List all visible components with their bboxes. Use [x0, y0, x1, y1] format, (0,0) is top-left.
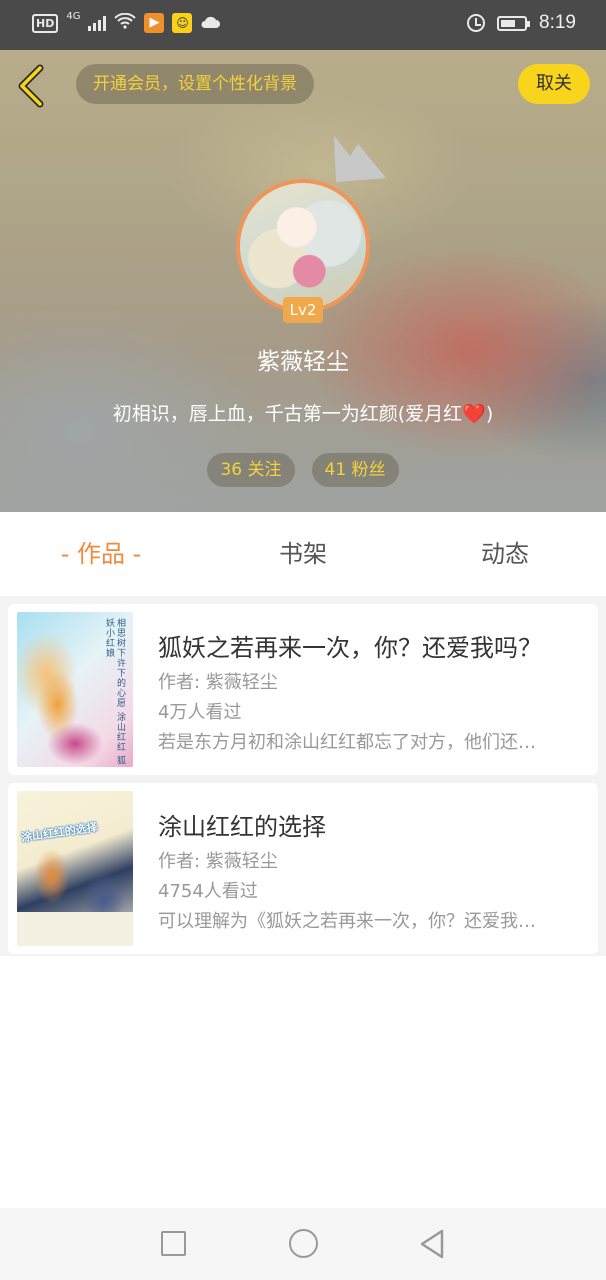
- unfollow-button[interactable]: 取关: [518, 64, 590, 104]
- vip-background-prompt[interactable]: 开通会员，设置个性化背景: [76, 64, 314, 104]
- recent-apps-icon[interactable]: [161, 1231, 186, 1256]
- book-cover: 相思树下许下的心愿 涂山红红 狐妖小红娘: [17, 612, 133, 767]
- book-cover: 涂山红红的选择: [17, 791, 133, 946]
- signature-text: 初相识，唇上血，千古第一为红颜(爱月红: [112, 403, 463, 425]
- following-count-button[interactable]: 36 关注: [207, 453, 295, 487]
- app-notification-icon: ☺: [172, 13, 193, 33]
- stats-row: 36 关注 41 粉丝: [0, 453, 606, 487]
- work-description: 可以理解为《狐妖之若再来一次，你？还爱我…: [158, 911, 536, 932]
- list-item[interactable]: 涂山红红的选择 涂山红红的选择 作者: 紫薇轻尘 4754人看过 可以理解为《狐…: [8, 783, 598, 954]
- cover-text: 相思树下许下的心愿 涂山红红 狐妖小红娘: [104, 618, 125, 766]
- cover-text: 涂山红红的选择: [20, 820, 99, 845]
- username: 紫薇轻尘: [257, 349, 349, 375]
- hd-indicator: HD: [32, 13, 59, 33]
- work-title: 狐妖之若再来一次，你？还爱我吗？: [158, 634, 542, 662]
- level-badge: Lv2: [283, 297, 323, 323]
- works-list: 相思树下许下的心愿 涂山红红 狐妖小红娘 狐妖之若再来一次，你？还爱我吗？ 作者…: [0, 596, 606, 956]
- avatar[interactable]: [236, 179, 370, 313]
- tab-works[interactable]: - 作品 -: [0, 512, 202, 596]
- work-views: 4754人看过: [158, 881, 258, 902]
- home-icon[interactable]: [289, 1229, 318, 1258]
- work-description: 若是东方月初和涂山红红都忘了对方，他们还…: [158, 732, 536, 753]
- profile-tabs: - 作品 - 书架 动态: [0, 512, 606, 596]
- list-item[interactable]: 相思树下许下的心愿 涂山红红 狐妖小红娘 狐妖之若再来一次，你？还爱我吗？ 作者…: [8, 604, 598, 775]
- wifi-icon: [114, 12, 137, 33]
- user-signature: 初相识，唇上血，千古第一为红颜(爱月红❤️): [0, 399, 606, 426]
- back-icon[interactable]: [418, 1228, 446, 1260]
- back-button[interactable]: [14, 64, 50, 108]
- tab-activity[interactable]: 动态: [404, 512, 606, 596]
- work-author: 作者: 紫薇轻尘: [158, 851, 278, 872]
- followers-count-button[interactable]: 41 粉丝: [311, 453, 399, 487]
- work-author: 作者: 紫薇轻尘: [158, 672, 278, 693]
- status-bar: HD 4G ▶ ☺ 8:19: [0, 0, 606, 50]
- tab-bookshelf[interactable]: 书架: [202, 512, 404, 596]
- profile-header: 开通会员，设置个性化背景 取关 Lv2 紫薇轻尘 初相识，唇上血，千古第一为红颜…: [0, 50, 606, 512]
- chevron-left-icon: [18, 64, 44, 108]
- cloud-icon: [200, 14, 221, 33]
- battery-icon: [497, 15, 531, 31]
- alarm-icon: [467, 14, 486, 32]
- heart-icon: ❤️: [462, 403, 486, 425]
- network-type-label: 4G: [66, 11, 81, 22]
- system-nav-bar: [0, 1208, 606, 1280]
- work-title: 涂山红红的选择: [158, 813, 326, 841]
- signature-tail: ): [485, 403, 494, 425]
- app-notification-icon: ▶: [144, 13, 165, 33]
- status-time: 8:19: [539, 12, 576, 33]
- work-views: 4万人看过: [158, 702, 242, 723]
- signal-icon: [88, 15, 107, 31]
